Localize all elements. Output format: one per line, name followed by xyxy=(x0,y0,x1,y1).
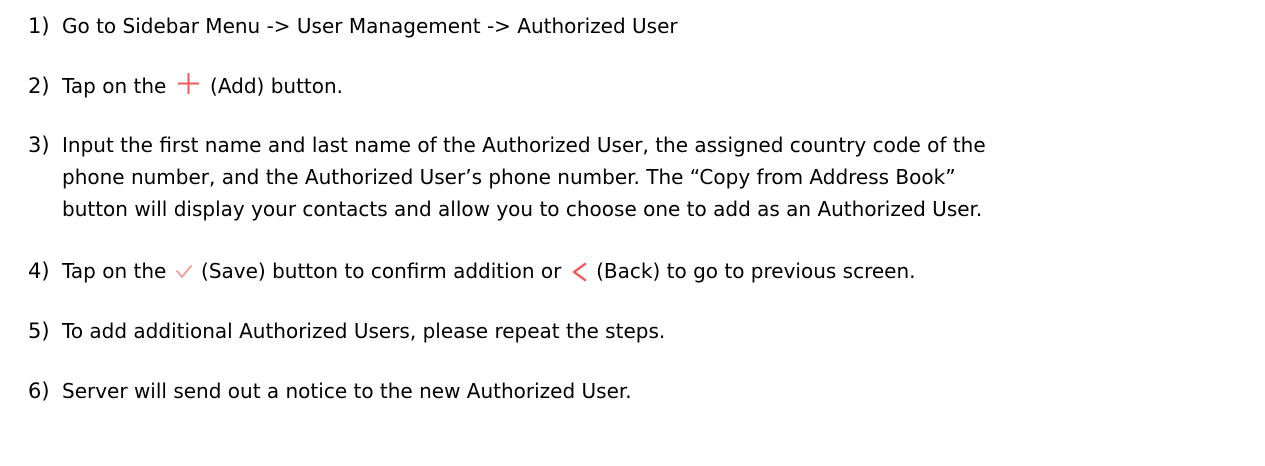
step-number: 6) xyxy=(28,379,50,403)
step-text: Go to Sidebar Menu -> User Management ->… xyxy=(62,14,678,38)
step-text: Tap on the (Save) button to confirm addi… xyxy=(62,255,1252,287)
step-text-line: Input the first name and last name of th… xyxy=(62,133,986,157)
step-text-after: (Add) button. xyxy=(210,74,344,98)
step-text-middle: (Save) button to confirm addition or xyxy=(201,259,562,283)
step-number: 4) xyxy=(28,259,50,283)
step-text-line: button will display your contacts and al… xyxy=(62,197,983,221)
step-text: Input the first name and last name of th… xyxy=(62,129,1252,225)
step-text-after: (Back) to go to previous screen. xyxy=(596,259,916,283)
back-icon xyxy=(570,262,588,282)
step-text: Server will send out a notice to the new… xyxy=(62,379,632,403)
step-text-line: phone number, and the Authorized User’s … xyxy=(62,165,956,189)
step-text-before: Tap on the xyxy=(62,259,167,283)
instruction-steps: 1) Go to Sidebar Menu -> User Management… xyxy=(0,0,1265,466)
plus-icon xyxy=(177,72,200,95)
step-number: 1) xyxy=(28,14,50,38)
step-number: 2) xyxy=(28,74,50,98)
step-number: 5) xyxy=(28,319,50,343)
step-number: 3) xyxy=(28,133,50,157)
step-text: To add additional Authorized Users, plea… xyxy=(62,319,666,343)
step-text: Tap on the (Add) button. xyxy=(62,70,1252,102)
check-icon xyxy=(175,264,193,280)
step-text-before: Tap on the xyxy=(62,74,167,98)
